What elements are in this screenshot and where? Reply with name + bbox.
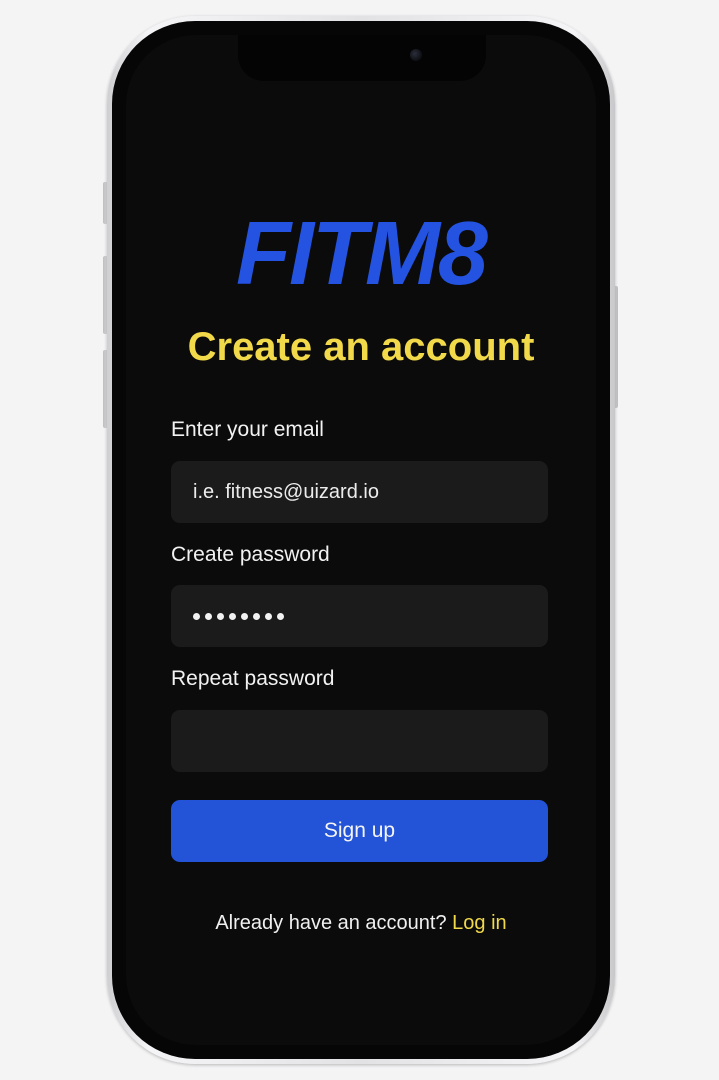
repeat-password-label: Repeat password [171,667,335,690]
email-field[interactable] [171,461,548,523]
device-mockup: FITM8 Create an account Enter your email… [0,0,719,1080]
password-mask [193,585,284,647]
notch [238,35,486,81]
login-prompt: Already have an account? Log in [126,912,596,935]
password-mask-dot [241,612,248,620]
password-mask-dot [217,612,224,620]
login-link[interactable]: Log in [452,912,507,934]
repeat-password-field[interactable] [171,710,548,772]
phone-frame: FITM8 Create an account Enter your email… [107,16,615,1064]
password-mask-dot [265,612,272,620]
password-mask-dot [205,612,212,620]
sign-up-button[interactable]: Sign up [171,800,548,862]
email-label: Enter your email [171,418,324,441]
page-title: Create an account [187,325,535,369]
password-mask-dot [253,612,260,620]
password-mask-dot [277,612,284,620]
login-prompt-text: Already have an account? [215,912,447,934]
phone-screen: FITM8 Create an account Enter your email… [126,35,596,1045]
password-mask-dot [229,612,236,620]
password-label: Create password [171,543,330,566]
phone-bezel: FITM8 Create an account Enter your email… [112,21,610,1059]
front-camera-icon [410,49,422,61]
password-mask-dot [193,612,200,620]
app-logo: FITM8 [236,204,488,304]
